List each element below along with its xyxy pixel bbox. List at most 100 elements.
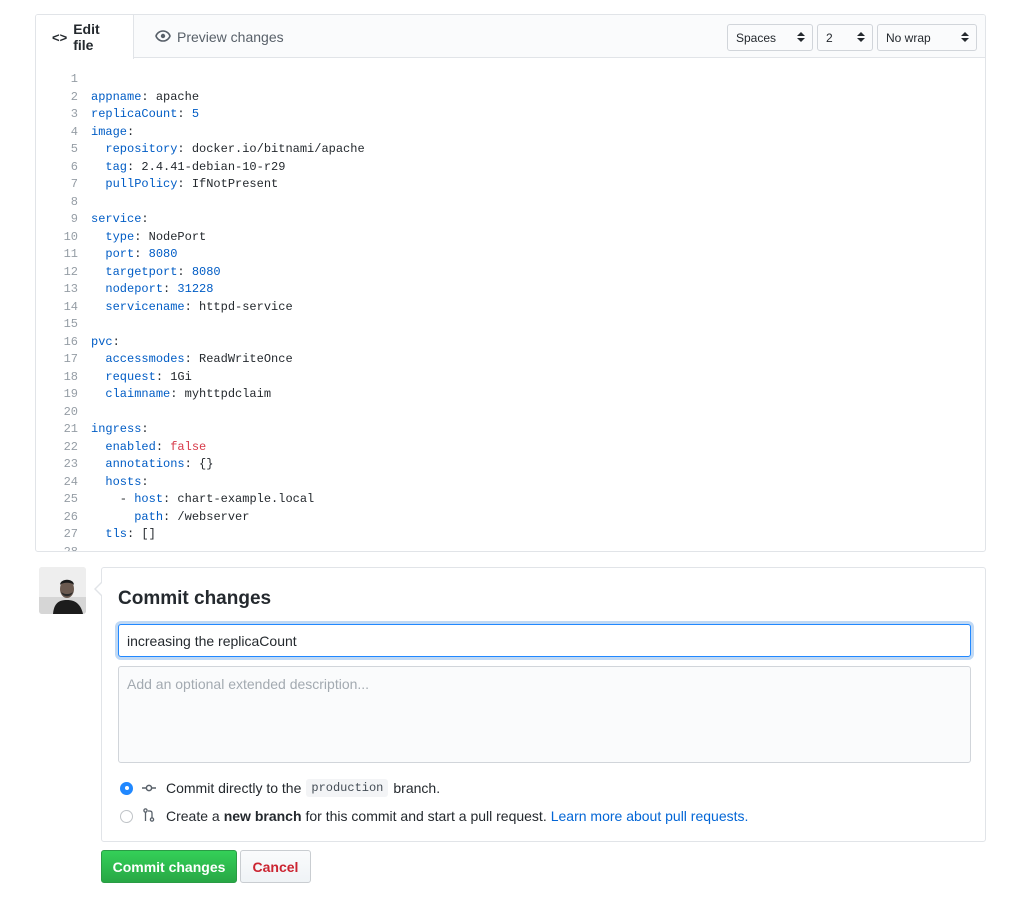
- radio-new-branch[interactable]: [120, 809, 133, 823]
- line-number: 7: [70, 177, 78, 191]
- indent-size-select[interactable]: 2: [817, 24, 873, 51]
- code-line[interactable]: 9 service:: [36, 211, 985, 229]
- line-number: 9: [70, 212, 78, 226]
- yaml-text: [91, 177, 105, 191]
- code-line[interactable]: 24 hosts:: [36, 474, 985, 492]
- line-text: pullPolicy: IfNotPresent: [78, 176, 278, 194]
- commit-summary-input[interactable]: [118, 624, 971, 657]
- wrap-mode-select[interactable]: No wrap: [877, 24, 977, 51]
- line-number: 5: [70, 142, 78, 156]
- commit-changes-button[interactable]: Commit changes: [101, 850, 237, 883]
- line-text: path: /webserver: [78, 509, 249, 527]
- line-text: - host: chart-example.local: [78, 491, 314, 509]
- yaml-text: : 2.4.41-debian-10-r29: [127, 159, 286, 174]
- line-number: 13: [63, 282, 78, 296]
- commit-description-input[interactable]: [118, 666, 971, 763]
- line-number: 6: [70, 159, 78, 174]
- yaml-text: [91, 440, 105, 454]
- yaml-text: [91, 230, 105, 244]
- cancel-button[interactable]: Cancel: [240, 850, 311, 883]
- code-line[interactable]: 14 servicename: httpd-service: [36, 299, 985, 317]
- yaml-text: -: [91, 492, 135, 506]
- line-text: pvc:: [78, 334, 120, 352]
- commit-direct-option[interactable]: Commit directly to the production branch…: [120, 778, 440, 798]
- indent-size-value: 2: [826, 30, 833, 45]
- code-line[interactable]: 12 targetport: 8080: [36, 264, 985, 282]
- code-line[interactable]: 23 annotations: {}: [36, 456, 985, 474]
- line-number: 15: [63, 317, 78, 331]
- yaml-key: claimname: [105, 387, 171, 401]
- indent-mode-select[interactable]: Spaces: [727, 24, 813, 51]
- code-line[interactable]: 13 nodeport: 31228: [36, 281, 985, 299]
- yaml-key: accessmodes: [105, 352, 185, 366]
- line-number: 4: [70, 124, 78, 139]
- new-branch-option[interactable]: Create a new branch for this commit and …: [120, 806, 748, 826]
- code-line[interactable]: 5 repository: docker.io/bitnami/apache: [36, 141, 985, 159]
- line-number: 1: [70, 72, 78, 86]
- learn-more-pull-requests-link[interactable]: Learn more about pull requests.: [551, 808, 749, 824]
- line-number: 17: [63, 352, 78, 366]
- line-number: 24: [63, 474, 78, 489]
- code-area[interactable]: 1 2 appname: apache 3 replicaCount: 5 4 image:…: [36, 71, 985, 552]
- wrap-mode-value: No wrap: [886, 30, 931, 45]
- yaml-text: :: [155, 439, 171, 454]
- code-line[interactable]: 21 ingress:: [36, 421, 985, 439]
- line-number: 22: [63, 439, 78, 454]
- yaml-key: request: [105, 369, 156, 384]
- code-line[interactable]: 26 path: /webserver: [36, 509, 985, 527]
- code-line[interactable]: 17 accessmodes: ReadWriteOnce: [36, 351, 985, 369]
- yaml-text: : IfNotPresent: [177, 177, 279, 191]
- code-line[interactable]: 8: [36, 194, 985, 212]
- radio-commit-direct[interactable]: [120, 781, 133, 795]
- line-text: service:: [78, 211, 149, 229]
- option-text: Commit directly to the: [166, 780, 302, 796]
- code-line[interactable]: 16 pvc:: [36, 334, 985, 352]
- yaml-text: :: [177, 264, 192, 279]
- code-line[interactable]: 3 replicaCount: 5: [36, 106, 985, 124]
- yaml-text: [91, 475, 105, 489]
- yaml-text: [91, 387, 105, 401]
- line-text: image:: [78, 124, 134, 142]
- yaml-key: hosts: [105, 474, 142, 489]
- line-number: 28: [63, 544, 78, 552]
- code-line[interactable]: 10 type: NodePort: [36, 229, 985, 247]
- code-line[interactable]: 6 tag: 2.4.41-debian-10-r29: [36, 159, 985, 177]
- yaml-text: : ReadWriteOnce: [184, 352, 293, 366]
- yaml-value: 8080: [148, 247, 178, 261]
- yaml-key: path: [134, 509, 164, 524]
- avatar: [39, 567, 86, 614]
- tab-edit-file[interactable]: <> Edit file: [36, 15, 134, 59]
- line-number: 12: [63, 264, 78, 279]
- git-commit-icon: [141, 781, 157, 796]
- yaml-key: repository: [105, 142, 178, 156]
- code-line[interactable]: 19 claimname: myhttpdclaim: [36, 386, 985, 404]
- line-text: port: 8080: [78, 246, 177, 264]
- yaml-key: service: [91, 212, 142, 226]
- line-text: ingress:: [78, 421, 149, 439]
- code-line[interactable]: 11 port: 8080: [36, 246, 985, 264]
- code-line[interactable]: 27 tls: []: [36, 526, 985, 544]
- code-line[interactable]: 7 pullPolicy: IfNotPresent: [36, 176, 985, 194]
- line-number: 14: [63, 299, 78, 314]
- code-line[interactable]: 25 - host: chart-example.local: [36, 491, 985, 509]
- branch-name: production: [306, 779, 389, 797]
- yaml-key: pullPolicy: [105, 177, 178, 191]
- yaml-value: 8080: [191, 264, 221, 279]
- yaml-key: nodeport: [105, 282, 164, 296]
- yaml-text: [91, 282, 105, 296]
- yaml-key: servicename: [105, 299, 185, 314]
- code-line[interactable]: 22 enabled: false: [36, 439, 985, 457]
- code-line[interactable]: 2 appname: apache: [36, 89, 985, 107]
- code-line[interactable]: 28: [36, 544, 985, 552]
- code-line[interactable]: 18 request: 1Gi: [36, 369, 985, 387]
- option-text: for this commit and start a pull request…: [305, 808, 547, 824]
- select-caret-icon: [857, 31, 865, 45]
- code-line[interactable]: 20: [36, 404, 985, 422]
- eye-icon: [155, 29, 171, 45]
- tab-label: Preview changes: [177, 28, 284, 45]
- code-line[interactable]: 4 image:: [36, 124, 985, 142]
- yaml-text: : NodePort: [134, 229, 207, 244]
- tab-preview-changes[interactable]: Preview changes: [139, 15, 300, 58]
- code-line[interactable]: 15: [36, 316, 985, 334]
- code-line[interactable]: 1: [36, 71, 985, 89]
